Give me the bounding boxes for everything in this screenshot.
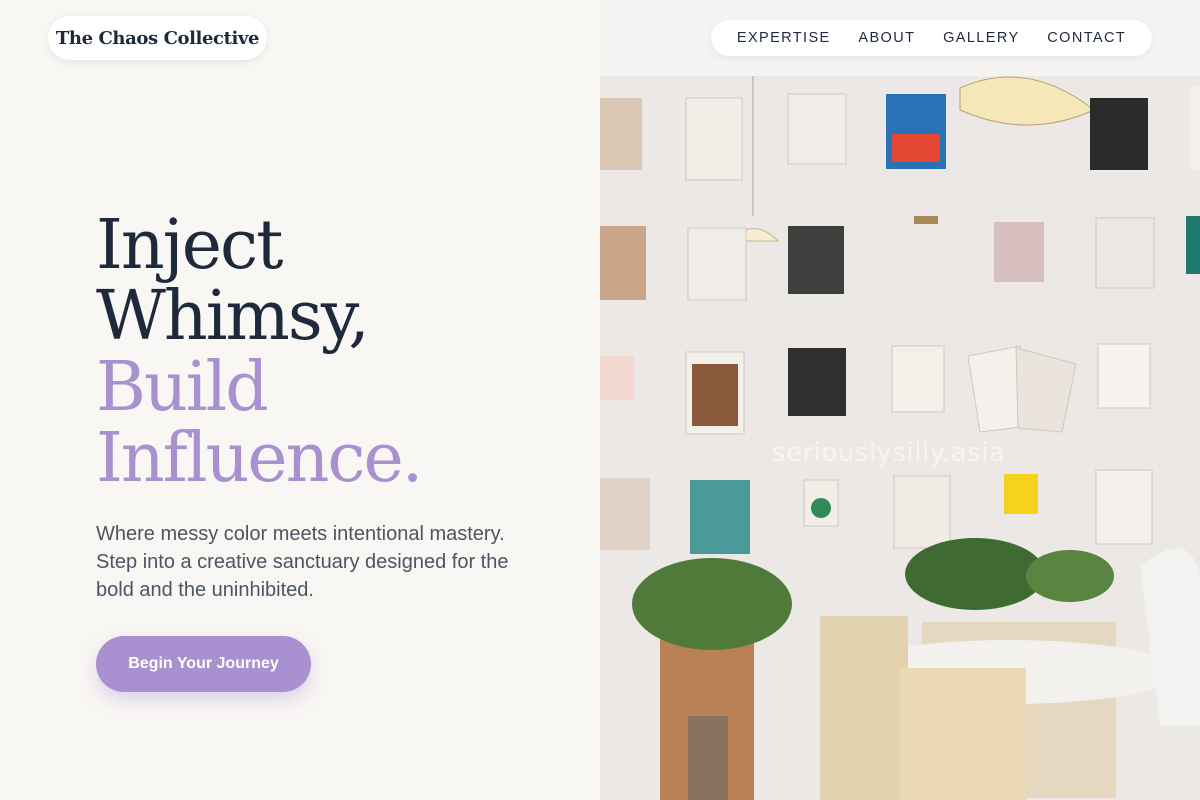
photo-watermark: seriouslysilly.asia	[772, 438, 1006, 468]
hero-title: Inject Whimsy, Build Influence.	[96, 210, 576, 494]
brand-logo[interactable]: The Chaos Collective	[48, 16, 267, 60]
hero-title-line-4: Influence.	[96, 419, 423, 498]
main-nav: EXPERTISE ABOUT GALLERY CONTACT	[711, 20, 1152, 56]
nav-link-gallery[interactable]: GALLERY	[943, 30, 1019, 46]
nav-link-about[interactable]: ABOUT	[858, 30, 915, 46]
hero-title-line-3: Build	[96, 348, 269, 427]
begin-journey-button[interactable]: Begin Your Journey	[96, 636, 311, 692]
nav-link-contact[interactable]: CONTACT	[1047, 30, 1126, 46]
nav-link-expertise[interactable]: EXPERTISE	[737, 30, 831, 46]
hero-title-line-1: Inject	[96, 206, 283, 285]
hero-photo: seriouslysilly.asia	[600, 76, 1200, 800]
hero-title-line-2: Whimsy,	[96, 277, 370, 356]
hero-subtitle: Where messy color meets intentional mast…	[96, 523, 509, 601]
